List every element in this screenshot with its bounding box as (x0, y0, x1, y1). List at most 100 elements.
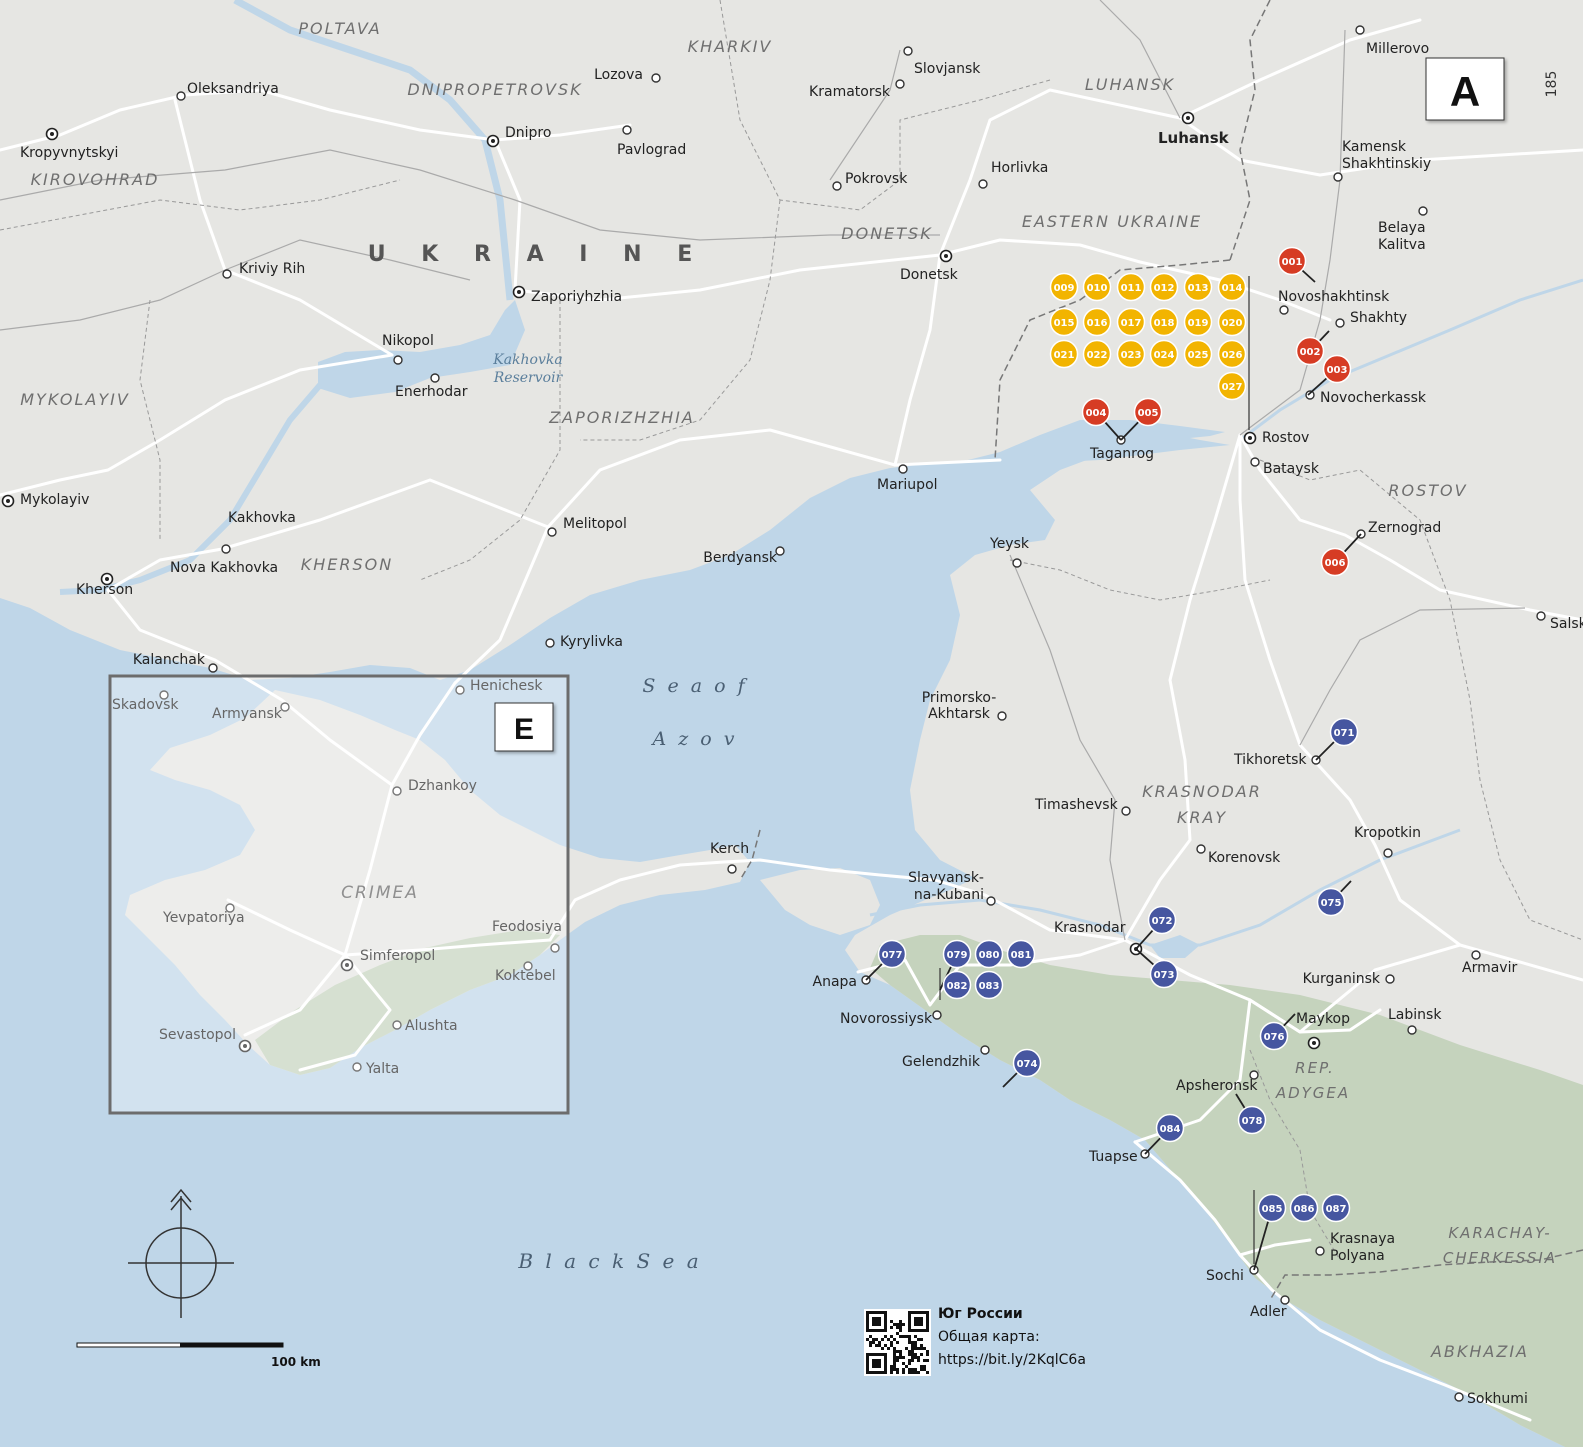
qr-code-icon[interactable] (864, 1309, 931, 1376)
map-letter: A (1450, 68, 1480, 115)
town-dot-icon (978, 179, 988, 189)
city-label: Luhansk (1158, 129, 1230, 147)
town-dot-icon (1385, 974, 1395, 984)
town-dot-icon (1536, 611, 1546, 621)
marker-087[interactable]: 087 (1321, 1193, 1351, 1223)
marker-083[interactable]: 083 (974, 970, 1004, 1000)
map-letter-box: A (1425, 57, 1505, 121)
marker-009[interactable]: 009 (1049, 272, 1079, 302)
town-dot-icon (1012, 558, 1022, 568)
region-label-rostov-region: ROSTOV (1388, 481, 1467, 500)
city-krasnaya-2[interactable]: Polyana (1330, 1248, 1385, 1264)
region-label-eastern-ukraine: EASTERN UKRAINE (1022, 212, 1202, 231)
marker-number: 072 (1152, 916, 1173, 927)
city-label: Donetsk (900, 267, 959, 283)
marker-027[interactable]: 027 (1217, 371, 1247, 401)
marker-026[interactable]: 026 (1217, 339, 1247, 369)
town-dot-icon (176, 91, 186, 101)
region-label-krasnodar-1: KRASNODAR (1142, 782, 1262, 801)
town-dot-icon (898, 464, 908, 474)
marker-023[interactable]: 023 (1116, 339, 1146, 369)
marker-025[interactable]: 025 (1183, 339, 1213, 369)
marker-number: 023 (1121, 350, 1142, 361)
city-label: Kamensk (1342, 139, 1407, 155)
city-label: Nikopol (382, 333, 434, 349)
city-label: Novorossiysk (840, 1011, 933, 1027)
marker-number: 082 (947, 981, 968, 992)
marker-number: 083 (979, 981, 1000, 992)
city-dot-center-icon (1312, 1041, 1316, 1045)
marker-number: 018 (1154, 318, 1175, 329)
city-label: Timashevsk (1034, 797, 1119, 813)
city-dot-center-icon (1186, 116, 1190, 120)
marker-number: 011 (1121, 283, 1142, 294)
town-dot-icon (1333, 172, 1343, 182)
marker-015[interactable]: 015 (1049, 307, 1079, 337)
city-novocherkassk[interactable]: Novocherkassk (1305, 390, 1427, 406)
region-label-abkhazia: ABKHAZIA (1430, 1342, 1529, 1361)
city-timashevsk[interactable]: Timashevsk (1034, 797, 1131, 816)
marker-number: 073 (1154, 970, 1175, 981)
city-label: Apsheronsk (1176, 1078, 1258, 1094)
city-primorsko-2[interactable]: Akhtarsk (928, 706, 991, 722)
city-belaya-2[interactable]: Kalitva (1378, 237, 1426, 253)
city-berdyansk[interactable]: Berdyansk (703, 546, 785, 566)
marker-014[interactable]: 014 (1217, 272, 1247, 302)
city-kamensk-2[interactable]: Shakhtinskiy (1342, 156, 1431, 172)
city-henichesk[interactable]: Henichesk (455, 678, 543, 695)
city-label: Tuapse (1088, 1149, 1138, 1165)
city-dot-center-icon (50, 132, 54, 136)
city-nova-kakhovka[interactable]: Nova Kakhovka (170, 560, 278, 576)
marker-number: 001 (1282, 257, 1303, 268)
city-label: Oleksandriya (187, 81, 279, 97)
city-label: Feodosiya (492, 919, 562, 935)
marker-017[interactable]: 017 (1116, 307, 1146, 337)
marker-010[interactable]: 010 (1082, 272, 1112, 302)
city-label: Kerch (710, 841, 749, 857)
marker-011[interactable]: 011 (1116, 272, 1146, 302)
city-armyansk[interactable]: Armyansk (212, 702, 290, 722)
marker-081[interactable]: 081 (1006, 939, 1036, 969)
marker-number: 084 (1160, 1124, 1181, 1135)
marker-022[interactable]: 022 (1082, 339, 1112, 369)
town-dot-icon (1454, 1392, 1464, 1402)
marker-016[interactable]: 016 (1082, 307, 1112, 337)
marker-012[interactable]: 012 (1149, 272, 1179, 302)
city-label: Sokhumi (1467, 1391, 1528, 1407)
marker-019[interactable]: 019 (1183, 307, 1213, 337)
marker-086[interactable]: 086 (1289, 1193, 1319, 1223)
marker-020[interactable]: 020 (1217, 307, 1247, 337)
town-dot-icon (1280, 1295, 1290, 1305)
city-label: Polyana (1330, 1248, 1385, 1264)
marker-021[interactable]: 021 (1049, 339, 1079, 369)
inset-letter-box[interactable]: E (494, 702, 554, 752)
map-canvas[interactable]: POLTAVA KHARKIV DNIPROPETROVSK LUHANSK KIROV… (0, 0, 1583, 1447)
marker-number: 004 (1086, 408, 1107, 419)
marker-080[interactable]: 080 (974, 939, 1004, 969)
region-label-krasnodar-2: KRAY (1177, 808, 1227, 827)
town-dot-icon (1471, 950, 1481, 960)
town-dot-icon (222, 269, 232, 279)
marker-number: 015 (1054, 318, 1075, 329)
city-label: Sochi (1206, 1268, 1244, 1284)
city-novorossiysk[interactable]: Novorossiysk (840, 1010, 942, 1027)
town-dot-icon (221, 544, 231, 554)
water-label-azov-1: S e a o f (642, 675, 747, 697)
qr-url[interactable]: https://bit.ly/2KqlC6a (938, 1352, 1086, 1368)
city-label: Kriviy Rih (239, 261, 305, 277)
marker-013[interactable]: 013 (1183, 272, 1213, 302)
marker-018[interactable]: 018 (1149, 307, 1179, 337)
city-label: Nova Kakhovka (170, 560, 278, 576)
region-label-mykolayiv-region: MYKOLAYIV (20, 390, 130, 409)
town-dot-icon (980, 1045, 990, 1055)
marker-024[interactable]: 024 (1149, 339, 1179, 369)
town-dot-icon (986, 896, 996, 906)
city-slavyansk-2[interactable]: na-Kubani (914, 887, 984, 903)
city-zernograd[interactable]: Zernograd (1356, 520, 1441, 539)
city-dot-center-icon (243, 1044, 247, 1048)
marker-number: 026 (1222, 350, 1243, 361)
marker-082[interactable]: 082 (942, 970, 972, 1000)
marker-number: 074 (1017, 1059, 1038, 1070)
city-label: Anapa (813, 974, 858, 990)
town-dot-icon (392, 1020, 402, 1030)
